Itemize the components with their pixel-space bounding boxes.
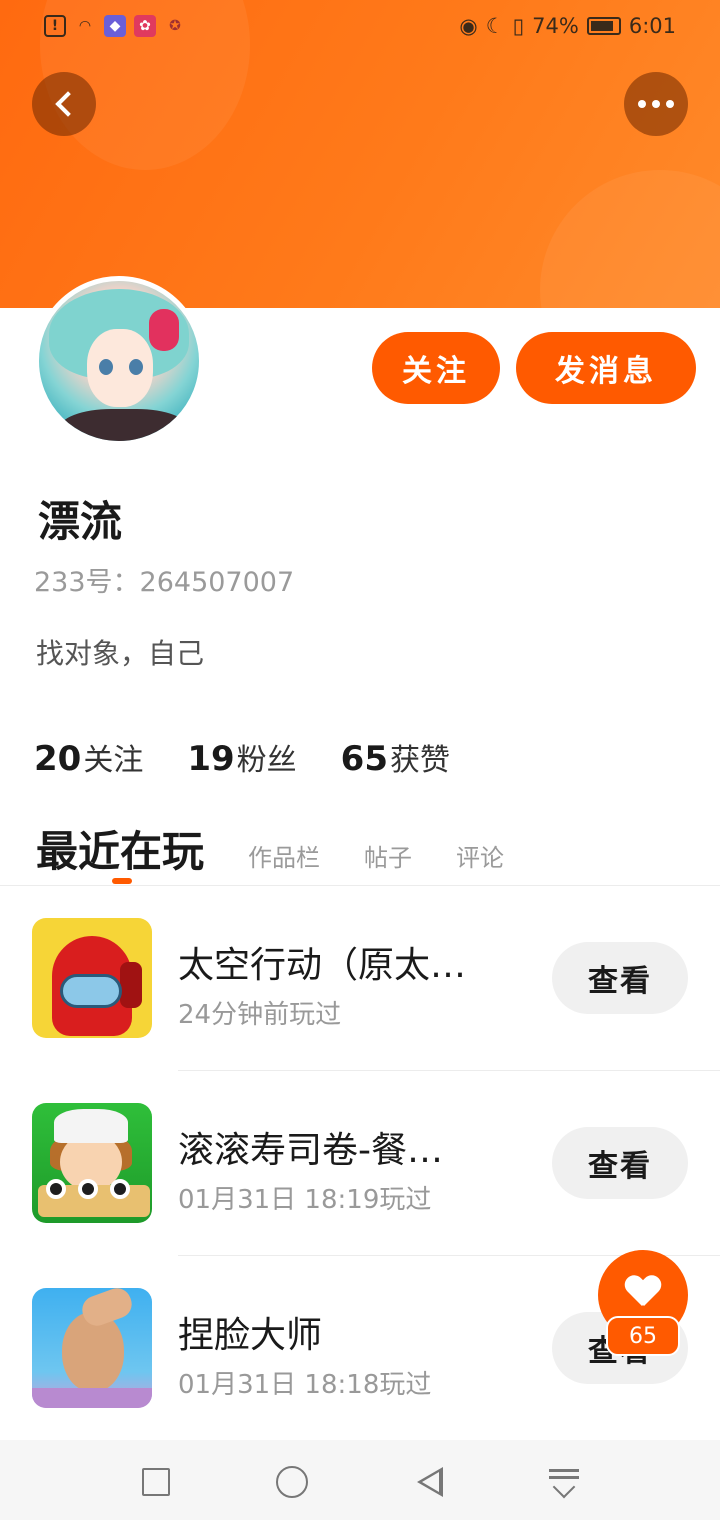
view-button[interactable]: 查看 [552, 1127, 688, 1199]
vibrate-icon: ▯ [512, 14, 525, 38]
heart-icon [625, 1276, 661, 1308]
tab-posts[interactable]: 帖子 [364, 838, 412, 873]
home-button[interactable] [272, 1462, 312, 1502]
fans-stat[interactable]: 19粉丝 [187, 735, 296, 779]
played-time: 01月31日 18:19玩过 [178, 1185, 432, 1215]
likes-count: 65 [340, 739, 388, 779]
battery-percent: 74% [532, 14, 579, 38]
view-button[interactable]: 查看 [552, 942, 688, 1014]
pull-down-icon [549, 1467, 579, 1499]
following-stat[interactable]: 20关注 [34, 735, 143, 779]
chevron-left-icon [55, 91, 81, 117]
profile-stats: 20关注 19粉丝 65获赞 [34, 735, 450, 779]
status-bar: ! ◠ ◆ ✿ ✪ ◉ ☾ ▯ 74% 6:01 [0, 0, 720, 56]
nav-back-button[interactable] [410, 1462, 450, 1502]
played-time: 24分钟前玩过 [178, 1000, 342, 1030]
follow-button[interactable]: 关注 [372, 332, 500, 404]
app-notification-icon: ✿ [134, 15, 156, 37]
square-icon [142, 1468, 170, 1496]
divider [0, 885, 720, 886]
game-icon[interactable] [32, 918, 152, 1038]
game-notification-icon: ✪ [169, 18, 181, 34]
more-icon [638, 100, 674, 108]
active-tab-indicator [112, 878, 132, 884]
more-options-button[interactable] [624, 72, 688, 136]
user-id: 233号：264507007 [34, 567, 295, 598]
list-item[interactable]: 滚滚寿司卷-餐… 01月31日 18:19玩过 查看 [0, 1103, 720, 1263]
fans-count: 19 [187, 739, 235, 779]
like-count-badge: 65 [606, 1316, 680, 1356]
following-count: 20 [34, 739, 82, 779]
tab-works[interactable]: 作品栏 [248, 838, 320, 873]
game-title: 滚滚寿司卷-餐… [178, 1130, 443, 1171]
user-bio: 找对象，自己 [36, 637, 205, 670]
wifi-icon: ◠ [78, 18, 92, 34]
shield-icon: ◆ [104, 15, 126, 37]
username: 漂流 [38, 497, 123, 546]
game-icon[interactable] [32, 1288, 152, 1408]
tab-comments[interactable]: 评论 [456, 838, 504, 873]
back-button[interactable] [32, 72, 96, 136]
profile-tabs: 最近在玩 作品栏 帖子 评论 [36, 818, 504, 879]
circle-icon [276, 1466, 308, 1498]
game-icon[interactable] [32, 1103, 152, 1223]
moon-icon: ☾ [485, 14, 505, 38]
likes-stat: 65获赞 [341, 735, 450, 779]
banner-decoration [540, 170, 720, 308]
following-label: 关注 [83, 743, 144, 778]
game-title: 捏脸大师 [178, 1315, 323, 1356]
divider [178, 1070, 720, 1071]
recent-apps-button[interactable] [136, 1462, 176, 1502]
send-message-button[interactable]: 发消息 [516, 332, 696, 404]
eye-icon: ◉ [459, 14, 478, 38]
likes-label: 获赞 [389, 743, 450, 778]
notification-pull-button[interactable] [544, 1462, 584, 1502]
fans-label: 粉丝 [236, 743, 297, 778]
game-title: 太空行动（原太… [178, 945, 467, 986]
avatar[interactable] [34, 276, 204, 446]
list-item[interactable]: 太空行动（原太… 24分钟前玩过 查看 [0, 918, 720, 1078]
tab-recently-played[interactable]: 最近在玩 [36, 818, 204, 879]
battery-icon [586, 17, 621, 35]
clock: 6:01 [628, 14, 676, 38]
alert-icon: ! [44, 15, 66, 37]
played-time: 01月31日 18:18玩过 [178, 1370, 432, 1400]
triangle-back-icon [417, 1467, 443, 1497]
system-nav-bar [0, 1440, 720, 1520]
